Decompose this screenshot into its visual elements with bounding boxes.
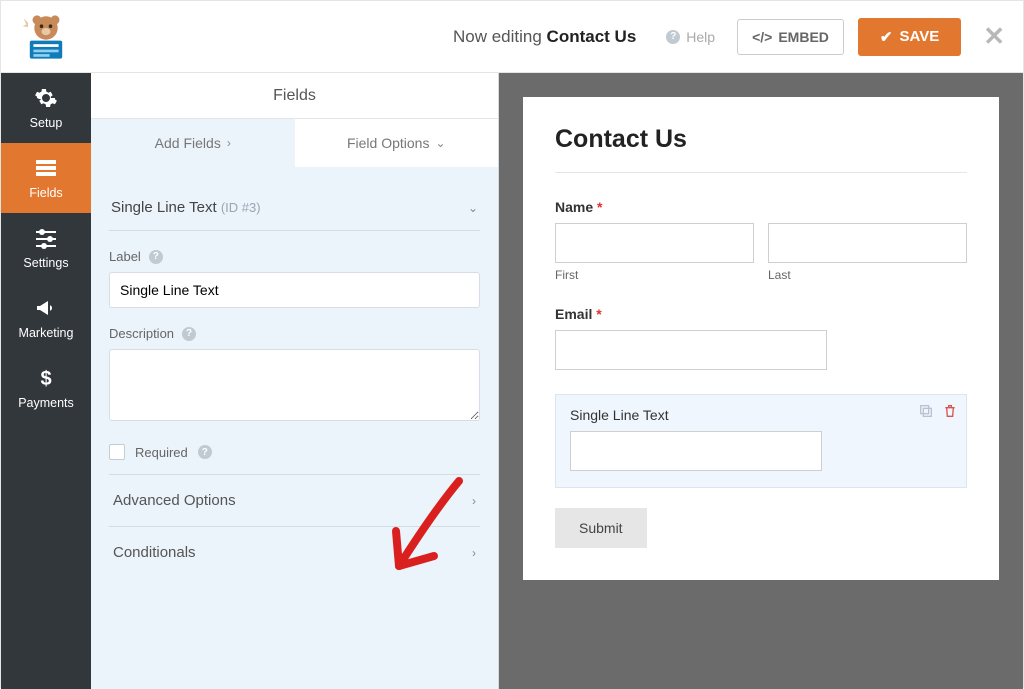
email-field-label: Email * <box>555 306 967 322</box>
selected-field[interactable]: Single Line Text <box>555 394 967 488</box>
name-field-label: Name * <box>555 199 967 215</box>
slt-field-label: Single Line Text <box>570 407 952 423</box>
description-input[interactable] <box>109 349 480 421</box>
embed-button[interactable]: </> EMBED <box>737 19 844 55</box>
tab-add-fields[interactable]: Add Fields› <box>91 119 295 167</box>
advanced-options-accordion[interactable]: Advanced Options› <box>109 474 480 526</box>
help-link[interactable]: ? Help <box>666 29 715 45</box>
slt-input[interactable] <box>570 431 822 471</box>
email-input[interactable] <box>555 330 827 370</box>
conditionals-accordion[interactable]: Conditionals› <box>109 526 480 578</box>
last-sublabel: Last <box>768 268 967 282</box>
nav-settings[interactable]: Settings <box>1 213 91 283</box>
form-preview-title: Contact Us <box>555 125 967 173</box>
chevron-right-icon: › <box>472 546 476 560</box>
check-icon: ✔ <box>880 28 893 46</box>
dollar-icon: $ <box>34 366 58 390</box>
sliders-icon <box>34 226 58 250</box>
nav-marketing[interactable]: Marketing <box>1 283 91 353</box>
first-sublabel: First <box>555 268 754 282</box>
now-editing-label: Now editing Contact Us <box>453 27 636 47</box>
nav-fields[interactable]: Fields <box>1 143 91 213</box>
form-icon <box>34 156 58 180</box>
duplicate-icon[interactable] <box>918 403 934 419</box>
checkbox-icon <box>109 444 125 460</box>
panel-title: Fields <box>91 73 498 119</box>
field-header[interactable]: Single Line Text (ID #3) ⌄ <box>109 183 480 231</box>
description-heading: Description? <box>109 326 480 341</box>
help-icon: ? <box>666 30 680 44</box>
label-heading: Label? <box>109 249 480 264</box>
nav-payments[interactable]: $ Payments <box>1 353 91 423</box>
chevron-down-icon: ⌄ <box>468 201 478 215</box>
chevron-down-icon: ⌄ <box>435 136 445 150</box>
close-icon[interactable]: ✕ <box>983 21 1005 52</box>
label-input[interactable] <box>109 272 480 308</box>
help-icon: ? <box>182 327 196 341</box>
submit-button[interactable]: Submit <box>555 508 647 548</box>
app-logo <box>1 1 91 73</box>
save-button[interactable]: ✔ SAVE <box>858 18 961 56</box>
gear-icon <box>34 86 58 110</box>
required-checkbox[interactable]: Required ? <box>109 444 480 460</box>
help-icon: ? <box>149 250 163 264</box>
bullhorn-icon <box>34 296 58 320</box>
form-preview: Contact Us Name * First Last Email * <box>499 73 1023 689</box>
help-icon: ? <box>198 445 212 459</box>
last-name-input[interactable] <box>768 223 967 263</box>
chevron-right-icon: › <box>472 494 476 508</box>
first-name-input[interactable] <box>555 223 754 263</box>
trash-icon[interactable] <box>942 403 958 419</box>
tab-field-options[interactable]: Field Options⌄ <box>295 119 499 167</box>
code-icon: </> <box>752 29 772 45</box>
chevron-right-icon: › <box>227 136 231 150</box>
nav-setup[interactable]: Setup <box>1 73 91 143</box>
svg-text:$: $ <box>40 368 51 390</box>
